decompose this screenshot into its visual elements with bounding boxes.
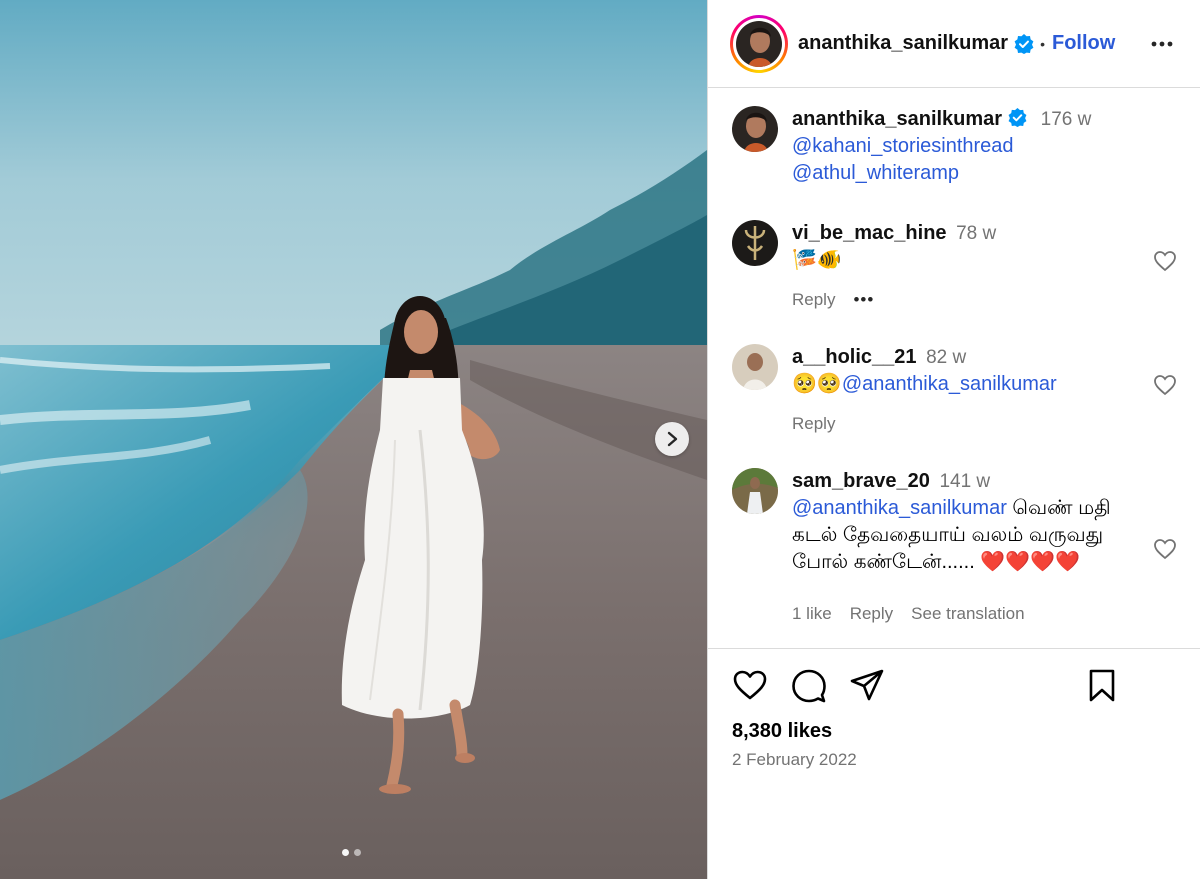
comment-more-icon[interactable]: ••• xyxy=(853,290,874,310)
comment-time: 141 w xyxy=(939,471,991,492)
comment-username[interactable]: a__holic__21 xyxy=(792,346,917,368)
comment-mention[interactable]: @ananthika_sanilkumar xyxy=(842,373,1057,395)
comments-list[interactable]: ananthika_sanilkumar 176 w @kahani_stori… xyxy=(708,88,1200,648)
comment: sam_brave_20 141 w @ananthika_sanilkumar… xyxy=(732,468,1177,638)
comment-body: sam_brave_20 141 w @ananthika_sanilkumar… xyxy=(792,468,1122,576)
reply-button[interactable]: Reply xyxy=(792,414,835,434)
reply-button[interactable]: Reply xyxy=(850,604,893,624)
carousel-indicator xyxy=(342,849,361,856)
next-slide-button[interactable] xyxy=(655,422,689,456)
post-media xyxy=(0,0,707,879)
see-translation-button[interactable]: See translation xyxy=(911,604,1024,624)
comment-emoji: 🥺🥺 xyxy=(792,373,842,395)
carousel-dot-active xyxy=(342,849,349,856)
avatar[interactable] xyxy=(732,220,778,266)
verified-badge-icon xyxy=(1014,33,1034,54)
comment-meta: 1 like Reply See translation xyxy=(792,604,1025,624)
caption: ananthika_sanilkumar 176 w @kahani_stori… xyxy=(732,106,1177,186)
comment-meta: Reply xyxy=(792,414,835,434)
like-comment-heart-icon[interactable] xyxy=(1153,374,1177,396)
avatar[interactable] xyxy=(732,344,778,390)
comment-username[interactable]: sam_brave_20 xyxy=(792,470,930,492)
chevron-right-icon xyxy=(667,431,678,447)
avatar[interactable] xyxy=(732,468,778,514)
more-options-icon[interactable] xyxy=(1150,32,1174,56)
beach-photo xyxy=(0,0,707,879)
header-separator: • xyxy=(1040,35,1045,52)
author-username[interactable]: ananthika_sanilkumar xyxy=(798,32,1008,55)
comment: vi_be_mac_hine 78 w 🎏🐠 Reply ••• xyxy=(732,220,1177,310)
like-comment-heart-icon[interactable] xyxy=(1153,538,1177,560)
author-avatar[interactable] xyxy=(730,14,788,73)
caption-username[interactable]: ananthika_sanilkumar xyxy=(792,108,1002,130)
follow-button[interactable]: Follow xyxy=(1052,32,1115,55)
comment-mention[interactable]: @ananthika_sanilkumar xyxy=(792,497,1007,519)
avatar[interactable] xyxy=(732,106,778,152)
caption-body: ananthika_sanilkumar 176 w @kahani_stori… xyxy=(792,106,1122,187)
comment: a__holic__21 82 w 🥺🥺@ananthika_sanilkuma… xyxy=(732,344,1177,434)
comment-likes-count[interactable]: 1 like xyxy=(792,604,832,624)
comment-hearts: ❤️❤️❤️❤️ xyxy=(980,551,1080,573)
like-comment-heart-icon[interactable] xyxy=(1153,250,1177,272)
like-heart-icon[interactable] xyxy=(732,669,768,701)
carousel-dot xyxy=(354,849,361,856)
share-send-icon[interactable] xyxy=(850,669,884,701)
comment-body: a__holic__21 82 w 🥺🥺@ananthika_sanilkuma… xyxy=(792,344,1122,398)
post-header: ananthika_sanilkumar • Follow xyxy=(708,0,1200,88)
comment-time: 82 w xyxy=(926,347,967,368)
caption-mention[interactable]: @athul_whiteramp xyxy=(792,162,959,184)
comment-meta: Reply ••• xyxy=(792,290,874,310)
post-sidebar: ananthika_sanilkumar • Follow ananthika_… xyxy=(707,0,1200,879)
comment-time: 78 w xyxy=(956,223,997,244)
comment-bubble-icon[interactable] xyxy=(792,669,826,703)
comment-body: vi_be_mac_hine 78 w 🎏🐠 xyxy=(792,220,1122,274)
save-bookmark-icon[interactable] xyxy=(1088,669,1116,703)
caption-time: 176 w xyxy=(1040,109,1092,130)
post-date: 2 February 2022 xyxy=(732,750,857,769)
post-actions: 8,380 likes 2 February 2022 xyxy=(708,648,1200,879)
caption-mention[interactable]: @kahani_storiesinthread xyxy=(792,135,1014,157)
likes-count[interactable]: 8,380 likes xyxy=(732,720,832,743)
reply-button[interactable]: Reply xyxy=(792,290,835,310)
verified-badge-icon xyxy=(1008,108,1027,128)
comment-username[interactable]: vi_be_mac_hine xyxy=(792,222,947,244)
avatar-image xyxy=(736,20,782,67)
comment-text: 🎏🐠 xyxy=(792,249,842,271)
